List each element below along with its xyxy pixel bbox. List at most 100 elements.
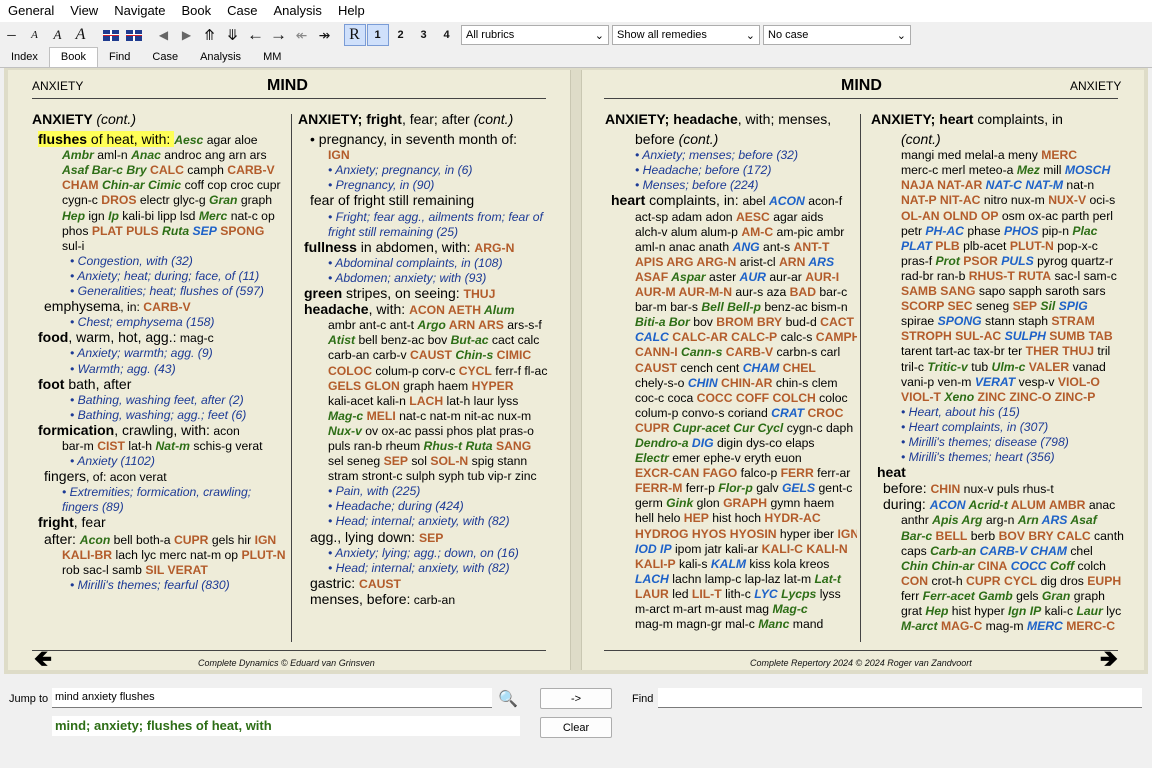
remedy-text[interactable]: Laur [1076, 604, 1102, 618]
remedy-text[interactable]: coff cop croc cupr [181, 178, 281, 192]
case-select[interactable]: No case ⌄ [763, 25, 911, 45]
remedy-text[interactable]: HYDROG HYOS HYOSIN [635, 527, 777, 541]
rubric-line[interactable]: PLAT PLB plb-acet PLUT-N pop-x-c [871, 239, 1133, 254]
remedy-text[interactable]: Hep [925, 604, 948, 618]
remedy-text[interactable]: germ [635, 496, 666, 510]
remedy-text[interactable]: DROS [101, 193, 136, 207]
remedy-text[interactable]: cact calc [489, 333, 539, 347]
remedy-text[interactable]: ant-s [760, 240, 794, 254]
remedy-text[interactable]: CARB-V [722, 345, 773, 359]
forward-icon[interactable]: ▶ [176, 24, 198, 46]
remedy-text[interactable]: glon [693, 496, 723, 510]
remedy-text[interactable]: ipom jatr kali-ar [672, 542, 762, 556]
cross-reference-link[interactable]: • Headache; before (172) [605, 163, 857, 178]
rubric-line[interactable]: Chin Chin-ar CINA COCC Coff colch [871, 559, 1133, 574]
rubric-line[interactable]: puls ran-b rheum Rhus-t Ruta SANG [298, 439, 556, 454]
remedy-text[interactable]: gels [1013, 589, 1042, 603]
jump-to-input[interactable]: mind anxiety flushes [52, 688, 492, 708]
remedy-text[interactable]: vanad [1069, 360, 1106, 374]
remedy-text[interactable]: kali-c [1041, 604, 1076, 618]
remedy-text[interactable]: osm ox-ac parth perl [999, 209, 1113, 223]
rubric-line[interactable]: bar-m bar-s Bell Bell-p benz-ac bism-n [605, 300, 857, 315]
remedy-text[interactable]: Xeno [941, 390, 974, 404]
remedy-text[interactable]: abel [743, 194, 769, 208]
remedy-text[interactable]: nat-c nat-m nit-ac nux-m [396, 409, 531, 423]
remedy-text[interactable]: cygn-c daph [783, 421, 853, 435]
degree-2-button[interactable]: 2 [390, 24, 412, 46]
remedy-text[interactable]: bud-d [782, 315, 820, 329]
remedy-text[interactable]: alch-v alum alum-p [635, 225, 741, 239]
remedy-text[interactable]: graph haem [400, 379, 472, 393]
remedy-text[interactable]: mag-m [982, 619, 1027, 633]
remedy-text[interactable]: Mag-c [328, 409, 363, 423]
rubric-view-button[interactable]: R [343, 24, 366, 46]
remedy-text[interactable]: PLUT-N [241, 548, 285, 562]
remedy-text[interactable]: COLOC [328, 364, 372, 378]
remedy-text[interactable]: Flor-p [718, 481, 753, 495]
remedy-text[interactable]: ambr ant-c ant-t [328, 318, 417, 332]
remedy-text[interactable]: VIOL-T [901, 390, 941, 404]
remedy-text[interactable]: rob sac-l samb [62, 563, 145, 577]
remedy-text[interactable]: arist-cl [736, 255, 779, 269]
rubric-line[interactable]: Electr emer ephe-v eryth euon [605, 451, 857, 466]
rubric-line[interactable]: foot bath, after [32, 376, 290, 393]
rubric-line[interactable]: heat [871, 465, 1133, 481]
remedy-text[interactable]: STRAM [1051, 314, 1094, 328]
rubric-line[interactable]: CALC CALC-AR CALC-P calc-s CAMPH [605, 330, 857, 345]
remedy-text[interactable]: kali-s [676, 557, 711, 571]
remedy-text[interactable]: mag-m magn-gr mal-c [635, 617, 758, 631]
remedy-text[interactable]: KALI-P [635, 557, 676, 571]
remedy-text[interactable]: calc-s [777, 330, 816, 344]
remedy-text[interactable]: ARN [779, 255, 805, 269]
remedy-text[interactable]: kali-acet kali-n [328, 394, 409, 408]
rubric-line[interactable]: germ Gink glon GRAPH gymn haem [605, 496, 857, 511]
cross-reference-link[interactable]: • Anxiety; menses; before (32) [605, 148, 857, 163]
remedy-text[interactable]: ALUM AMBR [1008, 498, 1086, 512]
remedy-text[interactable]: Bar-c [901, 529, 932, 543]
remedy-text[interactable]: electr glyc-g [137, 193, 209, 207]
remedy-text[interactable]: tarent tart-ac tax-br ter [901, 344, 1026, 358]
remedy-text[interactable]: hell helo [635, 511, 684, 525]
remedy-text[interactable]: Cupr-acet Cur Cycl [670, 421, 783, 435]
cross-reference-link[interactable]: • Head; internal; anxiety, with (82) [298, 514, 556, 529]
rubric-line[interactable]: Biti-a Bor bov BROM BRY bud-d CACT [605, 315, 857, 330]
remedy-text[interactable]: cygn-c [62, 193, 101, 207]
remedy-text[interactable]: MERC [1041, 148, 1077, 162]
remedy-text[interactable]: Cann-s [678, 345, 722, 359]
remedy-text[interactable]: Mag-c [772, 602, 807, 616]
remedy-text[interactable]: AM-C [741, 225, 773, 239]
remedy-text[interactable]: HEP [684, 511, 709, 525]
first-page-icon[interactable]: ↞ [291, 24, 313, 46]
remedy-text[interactable]: ferr [901, 589, 923, 603]
remedy-text[interactable]: CAMPH [816, 330, 857, 344]
remedy-text[interactable]: Ign IP [1008, 604, 1041, 618]
remedy-text[interactable]: Sil [1037, 299, 1055, 313]
remedy-text[interactable]: CARB-V [227, 163, 274, 177]
remedy-text[interactable]: AUR-I [805, 270, 839, 284]
rubric-line[interactable]: fear of fright still remaining [298, 193, 556, 209]
remedy-text[interactable]: PHOS [1004, 224, 1039, 238]
rubric-line[interactable]: ANXIETY (cont.) [32, 112, 290, 128]
remedy-text[interactable]: pras-f [901, 254, 936, 268]
rubric-line[interactable]: ANXIETY; heart complaints, in [871, 112, 1133, 128]
rubric-line[interactable]: CUPR Cupr-acet Cur Cycl cygn-c daph [605, 421, 857, 436]
rubric-line[interactable]: sul-i [32, 239, 290, 254]
remedy-text[interactable]: SANG [493, 439, 531, 453]
rubric-line[interactable]: merc-c merl meteo-a Mez mill MOSCH [871, 163, 1133, 178]
remedy-text[interactable]: DIG [689, 436, 714, 450]
remedy-text[interactable]: M-arct [901, 619, 938, 633]
cross-reference-link[interactable]: • Bathing, washing feet, after (2) [32, 393, 290, 408]
remedy-text[interactable]: led [669, 587, 692, 601]
rubric-line[interactable]: VIOL-T Xeno ZINC ZINC-O ZINC-P [871, 390, 1133, 405]
rubric-line[interactable]: ASAF Aspar aster AUR aur-ar AUR-I [605, 270, 857, 285]
rubric-line[interactable]: ANXIETY; fright, fear; after (cont.) [298, 112, 556, 128]
rubric-line[interactable]: APIS ARG ARG-N arist-cl ARN ARS [605, 255, 857, 270]
rubric-line[interactable]: grat Hep hist hyper Ign IP kali-c Laur l… [871, 604, 1133, 619]
remedy-text[interactable]: ARS [1039, 513, 1068, 527]
remedy-text[interactable]: SEP [189, 224, 216, 238]
find-input[interactable] [658, 688, 1142, 708]
remedy-text[interactable]: lach lyc merc nat-m op [112, 548, 241, 562]
remedy-text[interactable]: gels hir [209, 533, 255, 547]
remedy-text[interactable]: CON [901, 574, 928, 588]
remedy-text[interactable]: acon [210, 424, 239, 438]
